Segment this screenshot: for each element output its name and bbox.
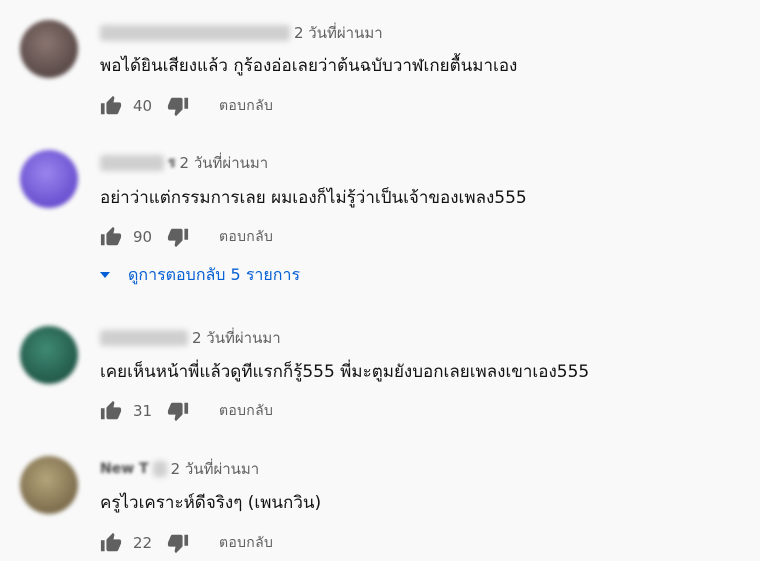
reply-button[interactable]: ตอบกลับ [219,400,273,422]
comment-timestamp[interactable]: 2 วันที่ผ่านมา [180,151,269,175]
dislike-button[interactable] [167,532,189,554]
comment-text: ครูไวเคราะห์ดีจริงๆ (เพนกวิน) [100,493,322,513]
author-name[interactable] [152,461,167,477]
thumbs-down-icon [167,534,189,554]
thumbs-down-icon [167,228,189,248]
avatar[interactable] [20,326,78,384]
comment-text: เคยเห็นหน้าพี่แล้วดูทีแรกก็รู้555 พี่มะต… [100,362,590,382]
reply-button[interactable]: ตอบกลับ [219,95,273,117]
caret-down-icon [100,272,110,278]
like-count: 31 [133,402,153,420]
avatar[interactable] [20,150,78,208]
thumbs-up-icon [100,532,122,552]
thumbs-down-icon [167,97,189,117]
comment-header: 2 วันที่ผ่านมา [100,22,383,44]
author-name[interactable] [100,25,290,41]
thumbs-up-icon [100,226,122,246]
comment-actions: 90 ตอบกลับ [100,225,273,249]
like-button[interactable]: 31 [100,400,167,422]
comment-header: New T 2 วันที่ผ่านมา [100,458,259,480]
comment-actions: 22 ตอบกลับ [100,531,273,555]
like-count: 90 [133,228,153,246]
author-name-partial[interactable]: New T [100,461,149,477]
dislike-button[interactable] [167,95,189,117]
thumbs-up-icon [100,95,122,115]
comment-actions: 31 ตอบกลับ [100,399,273,423]
author-name[interactable] [100,330,188,346]
like-button[interactable]: 90 [100,226,167,248]
comment-timestamp[interactable]: 2 วันที่ผ่านมา [192,326,281,350]
dislike-button[interactable] [167,226,189,248]
comment-header: 2 วันที่ผ่านมา [100,327,281,349]
avatar[interactable] [20,456,78,514]
like-count: 40 [133,97,153,115]
like-button[interactable]: 40 [100,95,167,117]
author-name[interactable] [100,155,164,171]
comment-text: อย่าว่าแต่กรรมการเลย ผมเองก็ไม่รู้ว่าเป็… [100,188,527,208]
comment-timestamp[interactable]: 2 วันที่ผ่านมา [294,21,383,45]
avatar[interactable] [20,20,78,78]
view-replies-button[interactable]: ดูการตอบกลับ 5 รายการ [100,263,300,287]
comment-actions: 40 ตอบกลับ [100,94,273,118]
dislike-button[interactable] [167,400,189,422]
comment-text: พอได้ยินเสียงแล้ว กูร้องอ่อเลยว่าต้นฉบับ… [100,56,518,76]
view-replies-label: ดูการตอบกลับ 5 รายการ [128,264,301,284]
comment-timestamp[interactable]: 2 วันที่ผ่านมา [171,457,260,481]
like-count: 22 [133,534,153,552]
thumbs-down-icon [167,402,189,422]
author-name-partial[interactable]: ร [168,155,176,171]
comment-header: ร 2 วันที่ผ่านมา [100,152,268,174]
reply-button[interactable]: ตอบกลับ [219,532,273,554]
thumbs-up-icon [100,400,122,420]
like-button[interactable]: 22 [100,532,167,554]
reply-button[interactable]: ตอบกลับ [219,226,273,248]
